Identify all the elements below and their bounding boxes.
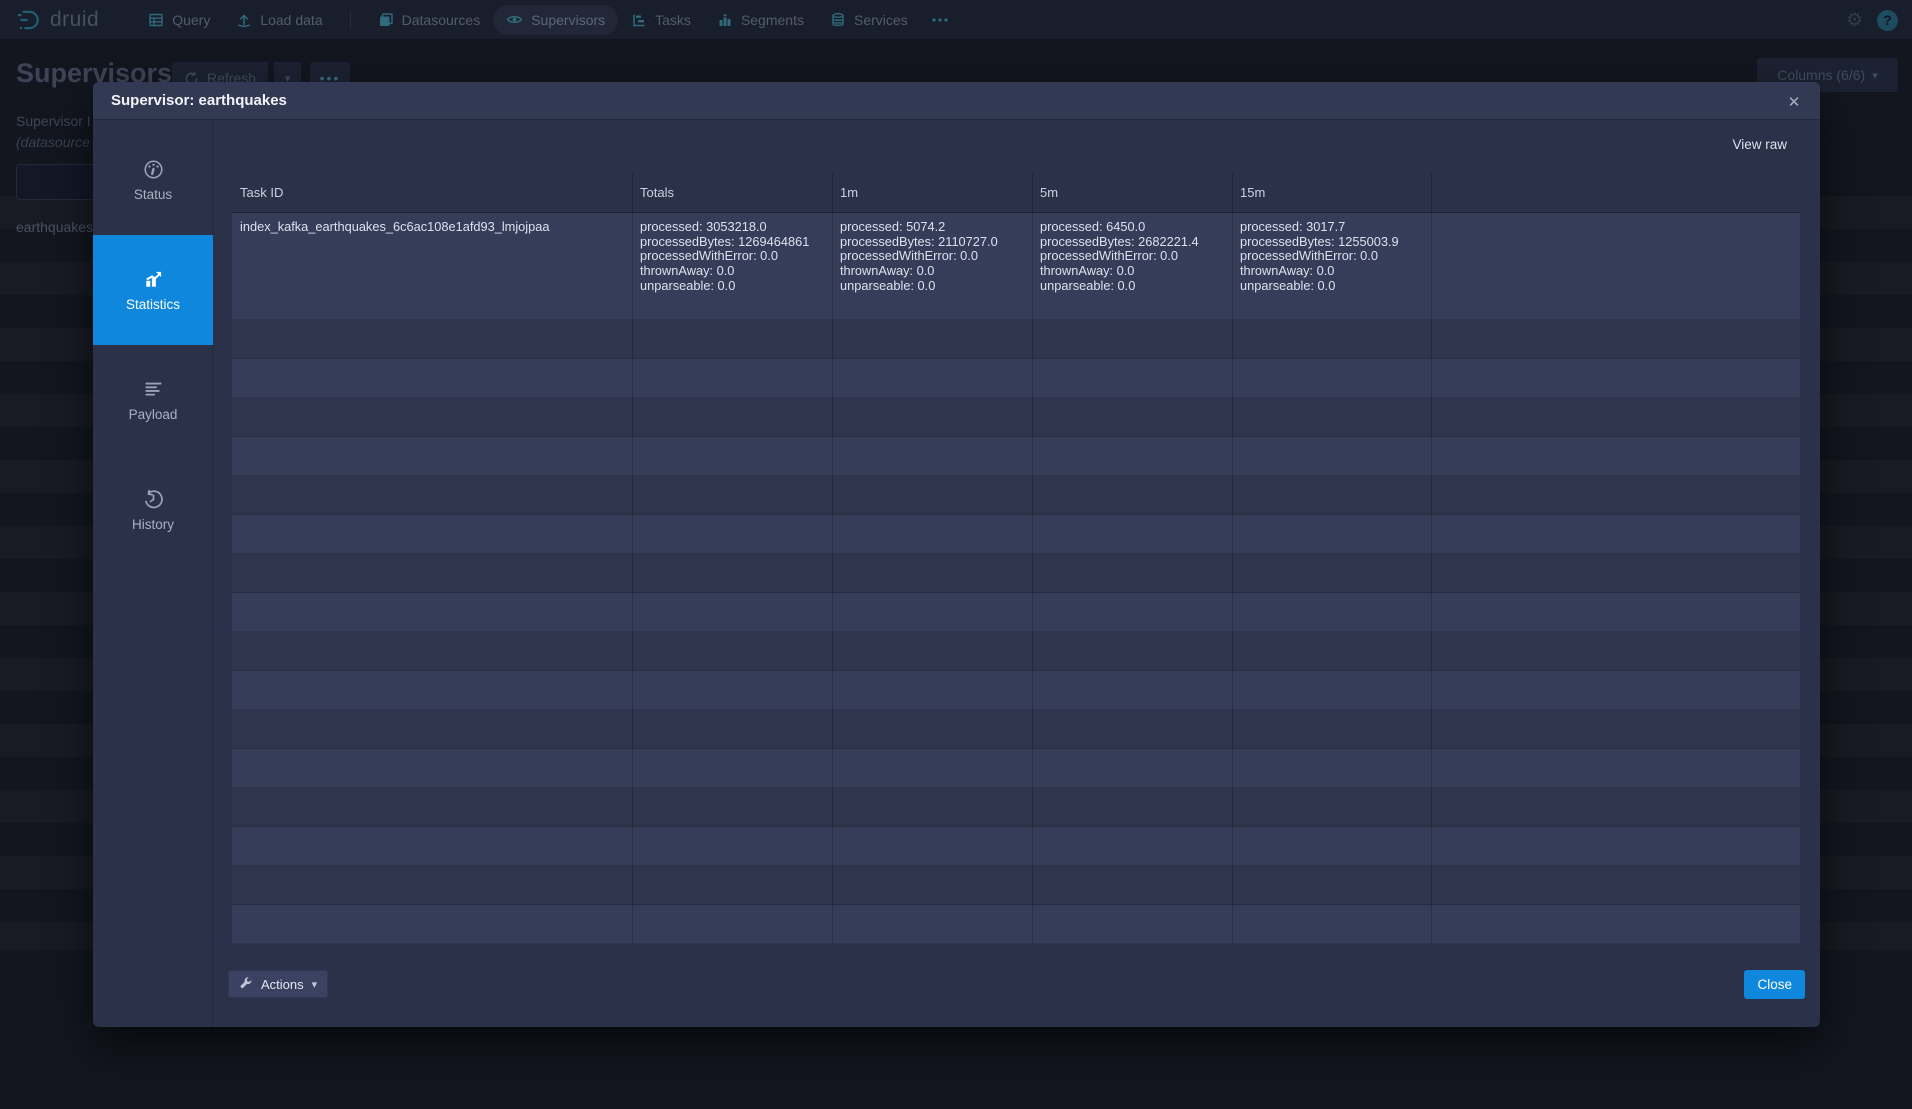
table-row-empty: [232, 437, 1800, 476]
nav-right-controls: ⚙ ?: [1846, 0, 1898, 40]
wrench-icon: [239, 977, 253, 991]
task-stats-table: Task ID Totals 1m 5m 15m index_kafka_ear…: [232, 173, 1800, 944]
nav-item-label: Segments: [741, 12, 804, 28]
nav-item-load-data[interactable]: Load data: [223, 5, 335, 35]
bar-chart-icon: [717, 12, 733, 28]
supervisor-dialog: Supervisor: earthquakes ✕ Status: [93, 82, 1820, 1027]
column-divider: [1232, 173, 1233, 944]
nav-item-datasources[interactable]: Datasources: [365, 5, 494, 35]
nav-more-button[interactable]: [921, 12, 959, 28]
table-row-empty: [232, 788, 1800, 827]
cell-task-id: index_kafka_earthquakes_6c6ac108e1afd93_…: [232, 213, 632, 319]
nav-item-label: Tasks: [655, 12, 691, 28]
nav-item-services[interactable]: Services: [817, 5, 921, 35]
nav-item-label: Datasources: [402, 12, 481, 28]
table-row-empty: [232, 827, 1800, 866]
table-row-empty: [232, 320, 1800, 359]
gear-icon[interactable]: ⚙: [1846, 11, 1863, 30]
chevron-down-icon: ▾: [1872, 69, 1878, 82]
column-header-totals[interactable]: Totals: [632, 173, 832, 212]
column-header-1m[interactable]: 1m: [832, 173, 1032, 212]
table-row-task-stats: index_kafka_earthquakes_6c6ac108e1afd93_…: [232, 213, 1800, 320]
column-header-task-id[interactable]: Task ID: [232, 173, 632, 212]
eye-icon: [506, 11, 523, 28]
cell-5m: processed: 6450.0 processedBytes: 268222…: [1032, 213, 1232, 319]
table-row-empty: [232, 515, 1800, 554]
tab-label: Status: [134, 187, 172, 202]
columns-label: Columns (6/6): [1777, 67, 1865, 83]
dialog-titlebar: Supervisor: earthquakes: [93, 82, 1820, 120]
cell-15m: processed: 3017.7 processedBytes: 125500…: [1232, 213, 1431, 319]
cell-totals: processed: 3053218.0 processedBytes: 126…: [632, 213, 832, 319]
dialog-title: Supervisor: earthquakes: [111, 92, 287, 109]
close-button[interactable]: Close: [1744, 970, 1805, 999]
duplicate-icon: [378, 12, 394, 28]
cell-filler: [1431, 213, 1800, 319]
nav-item-tasks[interactable]: Tasks: [618, 5, 704, 35]
table-row-empty: [232, 359, 1800, 398]
supervisor-row-earthquakes[interactable]: earthquakes: [16, 219, 93, 235]
nav-item-label: Services: [854, 12, 908, 28]
dialog-footer: Actions ▾ Close: [93, 947, 1820, 1027]
tab-status[interactable]: Status: [93, 125, 213, 235]
nav-item-query[interactable]: Query: [135, 5, 223, 35]
table-row-empty: [232, 476, 1800, 515]
history-icon: [143, 489, 164, 510]
upload-icon: [236, 12, 252, 28]
druid-logo[interactable]: druid: [16, 7, 99, 33]
column-divider: [1431, 173, 1432, 944]
gantt-icon: [631, 12, 647, 28]
table-row-empty: [232, 710, 1800, 749]
view-raw-link[interactable]: View raw: [1732, 137, 1787, 152]
column-divider: [632, 173, 633, 944]
database-icon: [830, 12, 846, 28]
table-row-empty: [232, 749, 1800, 788]
tab-statistics[interactable]: Statistics: [93, 235, 213, 345]
actions-button[interactable]: Actions ▾: [228, 970, 328, 998]
druid-logo-icon: [16, 7, 42, 33]
table-row-empty: [232, 671, 1800, 710]
datasource-subheader: (datasource: [16, 134, 90, 150]
dialog-side-tabs: Status Statistics Payload: [93, 120, 213, 1027]
actions-label: Actions: [261, 977, 304, 992]
table-row-empty: [232, 554, 1800, 593]
more-icon: [931, 12, 949, 28]
nav-item-label: Supervisors: [531, 12, 605, 28]
dashboard-icon: [143, 159, 164, 180]
tab-history[interactable]: History: [93, 455, 213, 565]
nav-item-supervisors[interactable]: Supervisors: [493, 5, 618, 35]
cell-1m: processed: 5074.2 processedBytes: 211072…: [832, 213, 1032, 319]
tab-label: Payload: [129, 407, 178, 422]
column-header-5m[interactable]: 5m: [1032, 173, 1232, 212]
table-icon: [148, 12, 164, 28]
table-row-empty: [232, 905, 1800, 944]
close-icon[interactable]: ✕: [1782, 90, 1806, 114]
tab-payload[interactable]: Payload: [93, 345, 213, 455]
app: druid Query Load data: [0, 0, 1912, 1109]
table-row-empty: [232, 632, 1800, 671]
top-nav: druid Query Load data: [0, 0, 1912, 40]
close-label: Close: [1757, 977, 1792, 992]
nav-item-segments[interactable]: Segments: [704, 5, 817, 35]
table-empty-rows: [232, 320, 1800, 944]
table-row-empty: [232, 866, 1800, 905]
tab-label: Statistics: [126, 297, 180, 312]
chart-icon: [143, 269, 164, 290]
table-header-row: Task ID Totals 1m 5m 15m: [232, 173, 1800, 213]
tab-label: History: [132, 517, 174, 532]
supervisor-id-column-header: Supervisor I: [16, 113, 91, 129]
chevron-down-icon: ▾: [312, 978, 318, 991]
table-row-empty: [232, 593, 1800, 632]
table-row-empty: [232, 398, 1800, 437]
logo-text: druid: [50, 8, 99, 32]
nav-divider: [350, 10, 351, 30]
nav-item-label: Query: [172, 12, 210, 28]
column-divider: [1032, 173, 1033, 944]
column-divider: [832, 173, 833, 944]
help-icon[interactable]: ?: [1877, 10, 1898, 31]
column-header-15m[interactable]: 15m: [1232, 173, 1431, 212]
align-left-icon: [143, 379, 164, 400]
nav-item-label: Load data: [260, 12, 322, 28]
column-header-filler: [1431, 173, 1800, 212]
